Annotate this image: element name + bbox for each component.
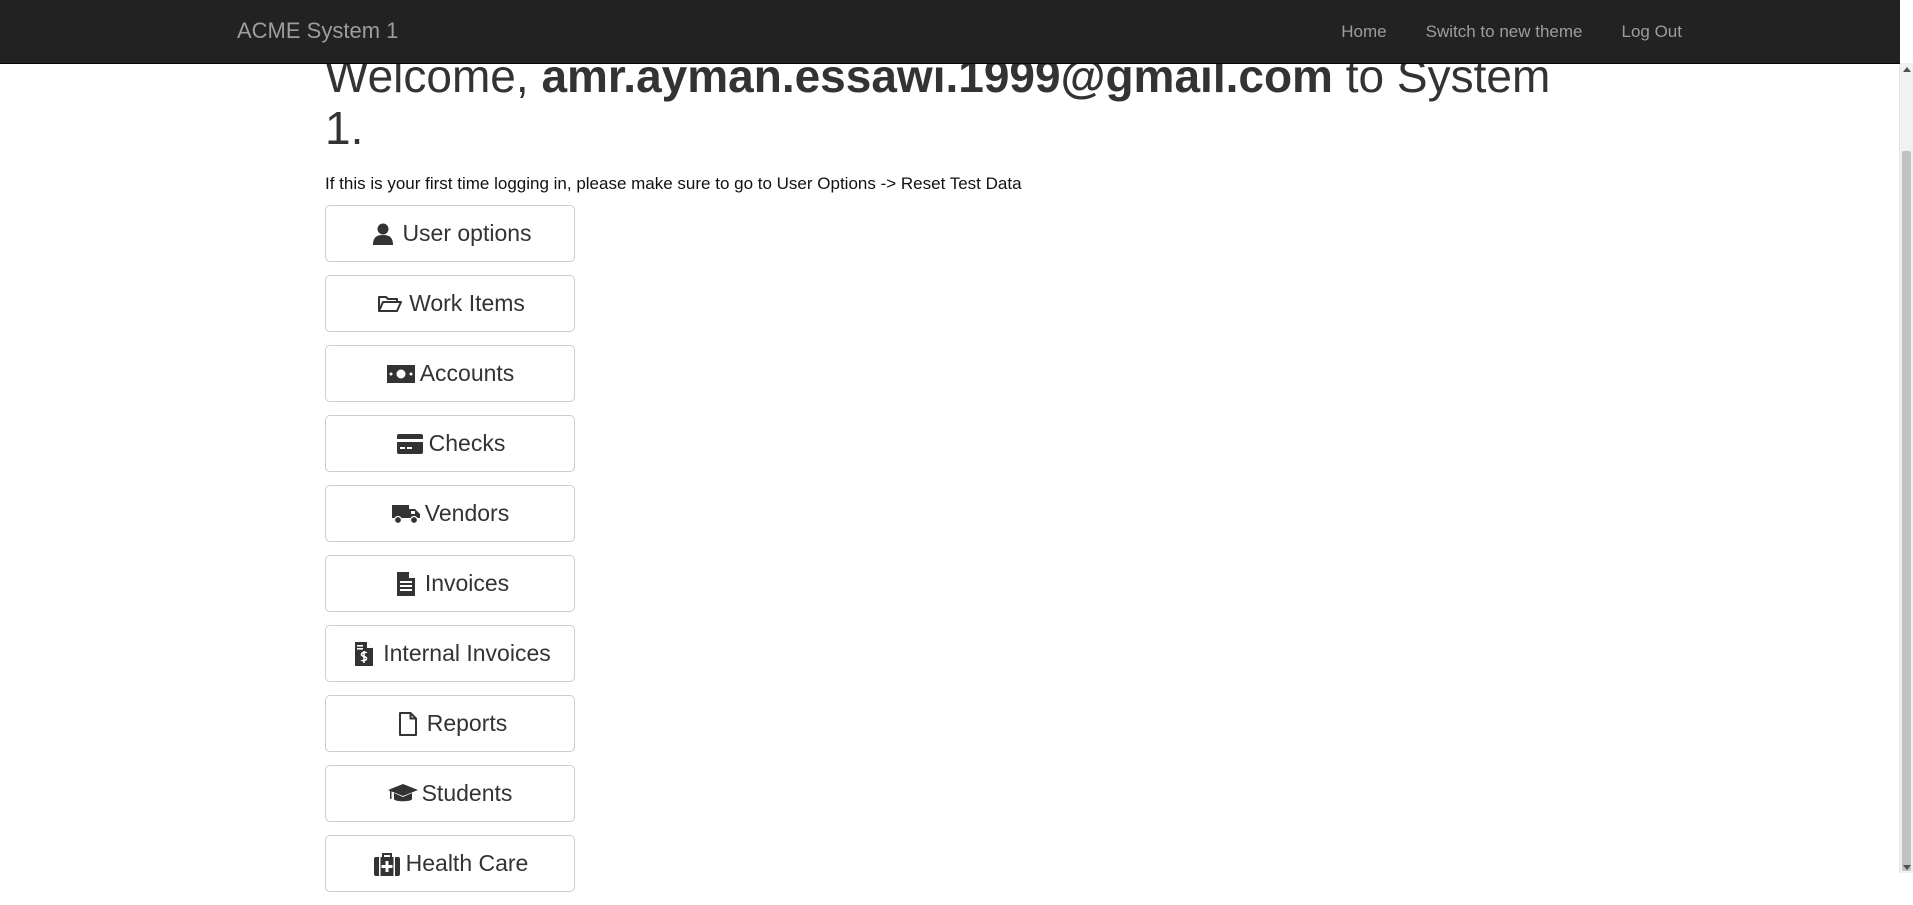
vendors-button[interactable]: Vendors	[325, 485, 575, 542]
nav-logout-link[interactable]: Log Out	[1622, 22, 1683, 42]
vendors-label: Vendors	[424, 500, 510, 526]
user-options-button[interactable]: User options	[325, 205, 575, 262]
user-icon	[368, 221, 398, 247]
menu-list: User options Work Items Accounts Checks	[325, 205, 1560, 892]
first-login-notice: If this is your first time logging in, p…	[325, 174, 1022, 193]
file-text-icon	[391, 571, 421, 597]
credit-card-icon	[395, 431, 425, 457]
scrollbar-thumb[interactable]	[1902, 151, 1911, 871]
internal-invoices-label: Internal Invoices	[383, 640, 551, 666]
accounts-label: Accounts	[419, 360, 515, 386]
accounts-button[interactable]: Accounts	[325, 345, 575, 402]
nav-home-link[interactable]: Home	[1341, 22, 1386, 42]
scroll-up-arrow-icon[interactable]	[1900, 63, 1913, 75]
main-content: Welcome, amr.ayman.essawi.1999@gmail.com…	[325, 50, 1560, 905]
nav-links: Home Switch to new theme Log Out	[1302, 0, 1682, 63]
students-button[interactable]: Students	[325, 765, 575, 822]
vertical-scrollbar[interactable]	[1899, 63, 1913, 873]
truck-icon	[391, 501, 421, 527]
reports-label: Reports	[426, 710, 508, 736]
health-care-button[interactable]: Health Care	[325, 835, 575, 892]
folder-open-icon	[375, 291, 405, 317]
money-icon	[386, 361, 416, 387]
user-options-label: User options	[402, 220, 532, 246]
nav-switch-theme-link[interactable]: Switch to new theme	[1426, 22, 1583, 42]
scroll-down-arrow-icon[interactable]	[1900, 861, 1913, 873]
work-items-label: Work Items	[409, 290, 525, 316]
graduation-cap-icon	[387, 781, 418, 807]
students-label: Students	[421, 780, 513, 806]
top-navbar: ACME System 1 Home Switch to new theme L…	[0, 0, 1900, 64]
invoices-button[interactable]: Invoices	[325, 555, 575, 612]
invoices-label: Invoices	[424, 570, 510, 596]
work-items-button[interactable]: Work Items	[325, 275, 575, 332]
brand-link[interactable]: ACME System 1	[237, 0, 398, 63]
internal-invoices-button[interactable]: Internal Invoices	[325, 625, 575, 682]
file-icon	[393, 711, 423, 737]
checks-label: Checks	[428, 430, 506, 456]
checks-button[interactable]: Checks	[325, 415, 575, 472]
file-invoice-dollar-icon	[349, 641, 379, 667]
welcome-heading: Welcome, amr.ayman.essawi.1999@gmail.com…	[325, 50, 1560, 154]
reports-button[interactable]: Reports	[325, 695, 575, 752]
